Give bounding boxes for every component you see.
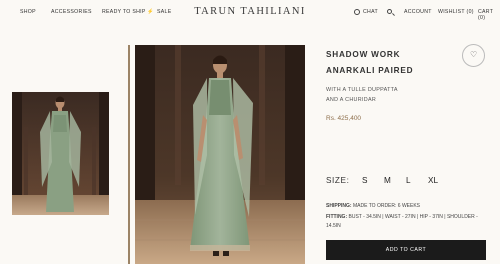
product-price: Rs. 425,400 xyxy=(326,115,362,122)
fitting-value: BUST - 34.5IN | WAIST - 27IN | HIP - 37I… xyxy=(326,214,478,229)
nav-chat[interactable]: CHAT xyxy=(363,9,378,15)
product-title-line-2: ANARKALI PAIRED xyxy=(326,66,414,75)
size-option-m[interactable]: M xyxy=(384,176,406,185)
size-option-s[interactable]: S xyxy=(362,176,384,185)
chat-icon[interactable] xyxy=(354,8,360,15)
product-main-image[interactable] xyxy=(135,45,305,264)
fitting-label: FITTING: xyxy=(326,214,348,220)
nav-account[interactable]: ACCOUNT xyxy=(404,9,432,15)
product-description-line-2: AND A CHURIDAR xyxy=(326,97,377,103)
size-option-l[interactable]: L xyxy=(406,176,428,185)
size-options: S M L XL xyxy=(362,176,450,185)
nav-cart[interactable]: CART (0) xyxy=(478,9,500,21)
shipping-value: MADE TO ORDER: 6 WEEKS xyxy=(352,203,421,209)
main-image xyxy=(135,45,305,264)
shipping-info: SHIPPING: MADE TO ORDER: 6 WEEKS xyxy=(326,203,420,209)
thumbnail-image xyxy=(12,92,109,215)
product-title-line-1: SHADOW WORK xyxy=(326,50,401,59)
top-navigation: SHOP ACCESSORIES READY TO SHIP ⚡ SALE TA… xyxy=(0,0,500,26)
product-description: WITH A TULLE DUPPATTA AND A CHURIDAR xyxy=(326,85,476,105)
size-label: SIZE: xyxy=(326,176,350,185)
product-thumbnail[interactable] xyxy=(12,92,109,215)
product-title: SHADOW WORK ANARKALI PAIRED xyxy=(326,47,476,79)
search-icon[interactable] xyxy=(387,8,392,14)
shipping-label: SHIPPING: xyxy=(326,203,352,209)
nav-wishlist[interactable]: WISHLIST (0) xyxy=(438,9,474,15)
fitting-info: FITTING: BUST - 34.5IN | WAIST - 27IN | … xyxy=(326,213,486,231)
size-option-xl[interactable]: XL xyxy=(428,176,450,185)
add-to-cart-button[interactable]: ADD TO CART xyxy=(326,240,486,260)
product-description-line-1: WITH A TULLE DUPPATTA xyxy=(326,87,398,93)
gallery-divider xyxy=(128,45,130,264)
